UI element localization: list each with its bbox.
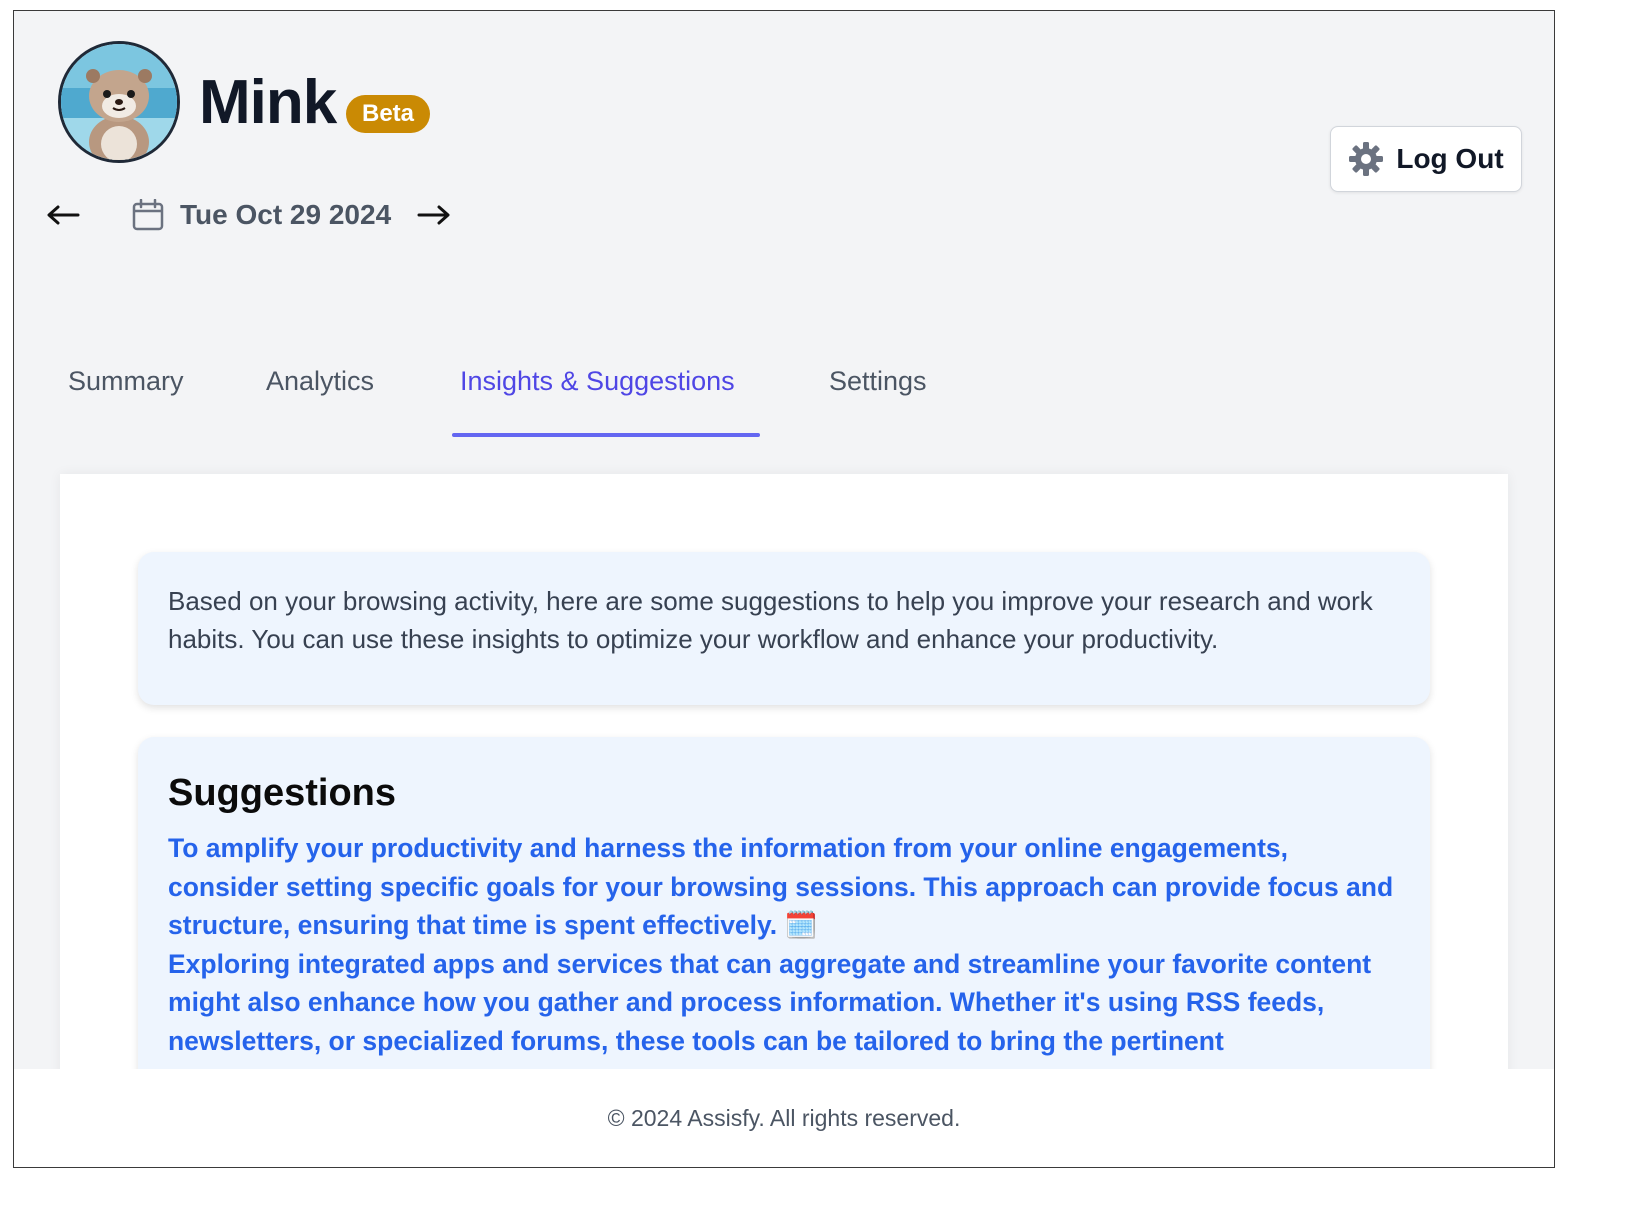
tab-summary[interactable]: Summary bbox=[68, 366, 184, 397]
tab-settings[interactable]: Settings bbox=[829, 366, 927, 397]
tab-analytics[interactable]: Analytics bbox=[266, 366, 374, 397]
intro-card: Based on your browsing activity, here ar… bbox=[138, 552, 1430, 705]
intro-text: Based on your browsing activity, here ar… bbox=[168, 586, 1373, 654]
date-navigator: Tue Oct 29 2024 bbox=[46, 191, 451, 239]
app-name: Mink bbox=[199, 68, 337, 137]
calendar-icon[interactable] bbox=[132, 199, 164, 231]
logout-button[interactable]: Log Out bbox=[1330, 126, 1522, 192]
insights-panel: Based on your browsing activity, here ar… bbox=[60, 474, 1508, 1094]
active-tab-indicator bbox=[452, 433, 760, 437]
suggestions-title: Suggestions bbox=[168, 772, 397, 814]
arrow-left-icon[interactable] bbox=[46, 203, 80, 227]
gear-icon bbox=[1349, 142, 1384, 176]
current-date[interactable]: Tue Oct 29 2024 bbox=[180, 199, 391, 231]
logout-label: Log Out bbox=[1396, 143, 1504, 174]
arrow-right-icon[interactable] bbox=[417, 203, 451, 227]
footer: © 2024 Assisfy. All rights reserved. bbox=[14, 1069, 1554, 1167]
suggestion-item: To amplify your productivity and harness… bbox=[168, 833, 1394, 940]
tab-insights-suggestions[interactable]: Insights & Suggestions bbox=[460, 366, 735, 397]
tab-bar: Summary Analytics Insights & Suggestions… bbox=[14, 356, 1554, 440]
suggestions-card: Suggestions To amplify your productivity… bbox=[138, 737, 1430, 1094]
otter-avatar bbox=[58, 41, 180, 163]
suggestion-item: Exploring integrated apps and services t… bbox=[168, 948, 1372, 1056]
beta-badge: Beta bbox=[346, 95, 430, 133]
footer-copyright: © 2024 Assisfy. All rights reserved. bbox=[607, 1105, 961, 1131]
app-window: Mink Beta Tue Oct 29 2024 Log Out Summar… bbox=[13, 10, 1555, 1168]
